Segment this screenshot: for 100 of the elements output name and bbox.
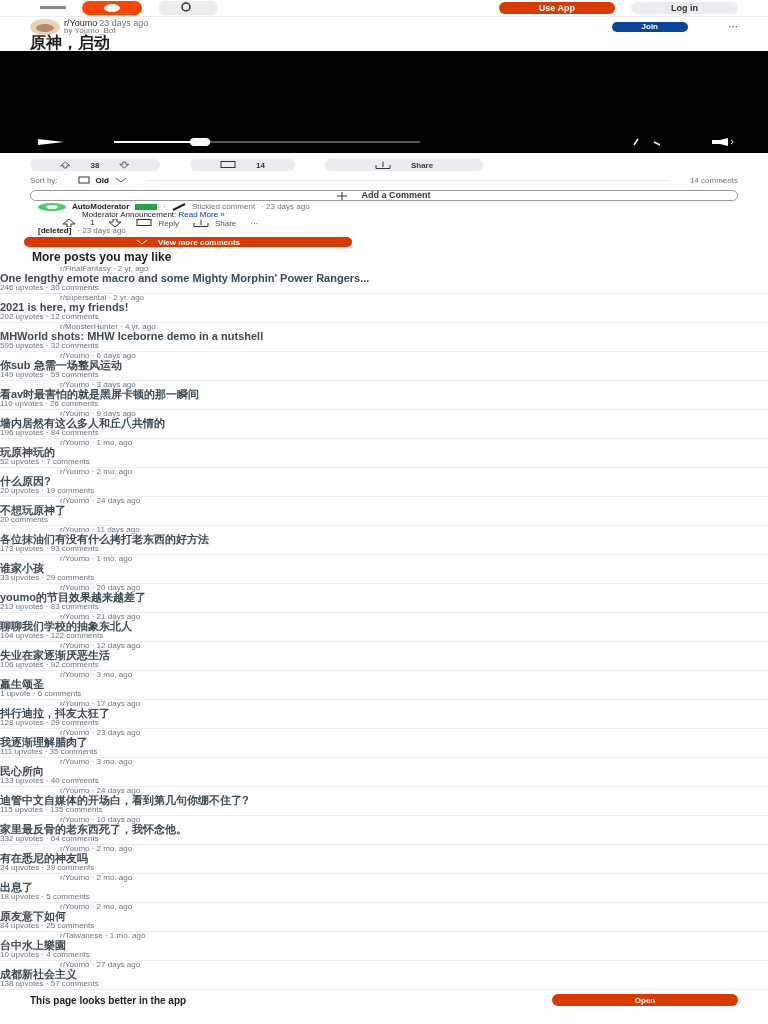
comment-age: · 23 days ago — [261, 203, 310, 211]
post-meta: r/Youmo · 27 days ago — [59, 961, 142, 969]
post-stats: 332 upvotes · 64 comments — [0, 835, 99, 843]
sort-label: Sort by: — [30, 175, 58, 185]
comment-age: · 23 days ago — [77, 227, 126, 235]
share-button[interactable]: Share — [324, 159, 484, 171]
post-stats: 213 upvotes · 83 comments — [0, 603, 99, 611]
downvote-icon[interactable] — [108, 219, 123, 227]
post-stats: 1 upvote · 6 comments — [0, 690, 83, 698]
post-stats: 110 upvotes · 26 comments — [0, 400, 99, 408]
comment-icon — [136, 219, 153, 227]
post-meta: r/Youmo · 6 days ago — [59, 352, 137, 360]
post-stats: 246 upvotes · 30 comments — [0, 284, 100, 292]
more-button[interactable]: ··· — [250, 218, 259, 228]
post-title: 墙内居然有这么多人和丘八共情的 — [0, 418, 166, 429]
post-meta: r/FinalFantasy · 2 yr. ago — [59, 265, 150, 273]
open-button[interactable]: Open — [552, 994, 738, 1006]
post-stats: 128 upvotes · 29 comments — [0, 719, 99, 727]
post-meta: r/Youmo · 3 mo. ago — [59, 758, 134, 766]
comment-author[interactable]: AutoModerator — [72, 203, 130, 211]
add-comment-button[interactable]: Add a Comment — [30, 190, 738, 201]
subreddit-name[interactable]: r/Youmo — [64, 19, 98, 27]
post-title: 各位抹油们有没有什么拷打老东西的好方法 — [0, 534, 210, 545]
moderator-icon — [38, 203, 66, 211]
post-meta: r/Youmo · 17 days ago — [60, 700, 142, 708]
post-title: 出息了 — [0, 882, 33, 893]
separator: · — [163, 203, 166, 211]
post-title: 成都新社会主义 — [0, 969, 77, 980]
post-stats: 173 upvotes · 93 comments — [0, 545, 99, 553]
share-button[interactable]: Share — [192, 218, 237, 228]
search-icon[interactable] — [158, 1, 218, 15]
post-meta: r/Youmo · 2 mo. ago — [59, 468, 134, 476]
logo-icon[interactable] — [82, 1, 142, 15]
reply-button[interactable]: Reply — [136, 218, 179, 228]
upvote-icon[interactable] — [60, 161, 71, 169]
post-stats: 20 comments — [0, 516, 49, 524]
log-in-button[interactable]: Log in — [631, 2, 738, 14]
chevron-down-icon — [114, 176, 127, 184]
post-meta: r/supersentai · 2 yr. ago — [59, 294, 146, 302]
view-more-comments-button[interactable]: View more comments — [24, 237, 352, 247]
menu-icon[interactable] — [40, 4, 66, 12]
fullscreen-icon[interactable] — [632, 138, 662, 146]
post-meta: r/Youmo · 1 mo. ago — [59, 439, 134, 447]
user-flair — [135, 204, 158, 210]
post-meta: r/Youmo · 9 days ago — [60, 410, 136, 418]
post-meta: r/Youmo · 11 days ago — [59, 526, 140, 534]
use-app-button[interactable]: Use App — [498, 2, 615, 14]
post-meta: r/Youmo · 21 days ago — [60, 613, 142, 621]
post-title: 失业在家逐渐厌恶生活 — [0, 650, 110, 661]
upvote-icon[interactable] — [62, 219, 76, 227]
comment-count: 14 comments — [689, 175, 738, 185]
post-title: 2021 is here, my friends! — [0, 302, 130, 313]
post-meta: r/MonsterHunter · 4 yr. ago — [59, 323, 157, 331]
post-stats: 115 upvotes · 135 comments — [0, 806, 103, 814]
vote-count: 1 — [90, 219, 95, 227]
post-title: 不想玩原神了 — [0, 505, 67, 516]
post-title: One lengthy emote macro and some Mighty Morphin' Power Rangers... — [0, 273, 371, 284]
post-age: 23 days ago — [99, 19, 149, 27]
post-meta: r/Youmo · 3 days ago — [59, 381, 137, 389]
post-meta: r/Youmo · 12 days ago — [59, 642, 142, 650]
downvote-icon[interactable] — [119, 161, 130, 169]
stickied-label: Stickied comment — [192, 203, 256, 211]
post-title: 我逐渐理解腊肉了 — [0, 737, 88, 748]
post-author[interactable]: by Youmo_Bot — [64, 27, 149, 35]
share-icon — [192, 219, 209, 227]
post-meta: r/Taiwanese · 1 mo. ago — [59, 932, 147, 940]
post-meta: r/Youmo · 10 days ago — [59, 816, 141, 824]
post-title: 谁家小孩 — [0, 563, 45, 574]
post-meta: r/Youmo · 2 mo. ago — [60, 845, 134, 853]
share-icon — [374, 161, 391, 169]
comment-icon — [220, 161, 236, 169]
post-meta: r/Youmo · 24 days ago — [59, 787, 142, 795]
post-stats: 106 upvotes · 92 comments — [0, 661, 99, 669]
post-title: 台中水上樂園 — [0, 940, 66, 951]
post-meta: r/Youmo · 2 mo. ago — [59, 903, 134, 911]
post-stats: 20 upvotes · 19 comments — [0, 487, 96, 495]
post-meta: r/Youmo · 23 days ago — [60, 729, 142, 737]
post-title: 看av时最害怕的就是黑屏卡顿的那一瞬间 — [0, 389, 201, 400]
join-button[interactable]: Join — [611, 22, 688, 32]
post-item[interactable]: r/Youmo · 27 days ago 成都新社会主义 138 upvotes · 57 comments — [0, 961, 768, 990]
post-stats: 10 upvotes · 4 comments — [0, 951, 91, 959]
post-stats: 202 upvotes · 12 comments — [0, 313, 100, 321]
more-button[interactable]: ··· — [728, 22, 738, 32]
app-prompt: This page looks better in the app — [30, 994, 187, 1006]
sort-dropdown[interactable]: Old — [77, 175, 127, 185]
read-more-link[interactable]: Read More » — [178, 210, 225, 219]
post-stats: 24 upvotes · 39 comments — [0, 864, 96, 872]
post-meta: r/Youmo · 24 days ago — [59, 497, 142, 505]
post-title: 玩原神玩的 — [0, 447, 55, 458]
post-stats: 133 upvotes · 40 comments — [0, 777, 100, 785]
post-title: 迪管中文自媒体的开场白，看到第几句你绷不住了? — [0, 795, 250, 806]
post-title: 民心所向 — [0, 766, 45, 777]
post-title: 什么原因? — [0, 476, 52, 487]
post-title: youmo的节目效果越来越差了 — [0, 592, 148, 603]
post-meta: r/Youmo · 2 mo. ago — [59, 874, 134, 882]
vote-count: 38 — [90, 160, 100, 170]
post-title: 家里最反骨的老东西死了，我怀念他。 — [0, 824, 188, 835]
comments-button[interactable]: 14 — [190, 159, 295, 171]
post-title: 有在悉尼的神友吗 — [0, 853, 88, 864]
section-heading: More posts you may like — [31, 249, 173, 265]
